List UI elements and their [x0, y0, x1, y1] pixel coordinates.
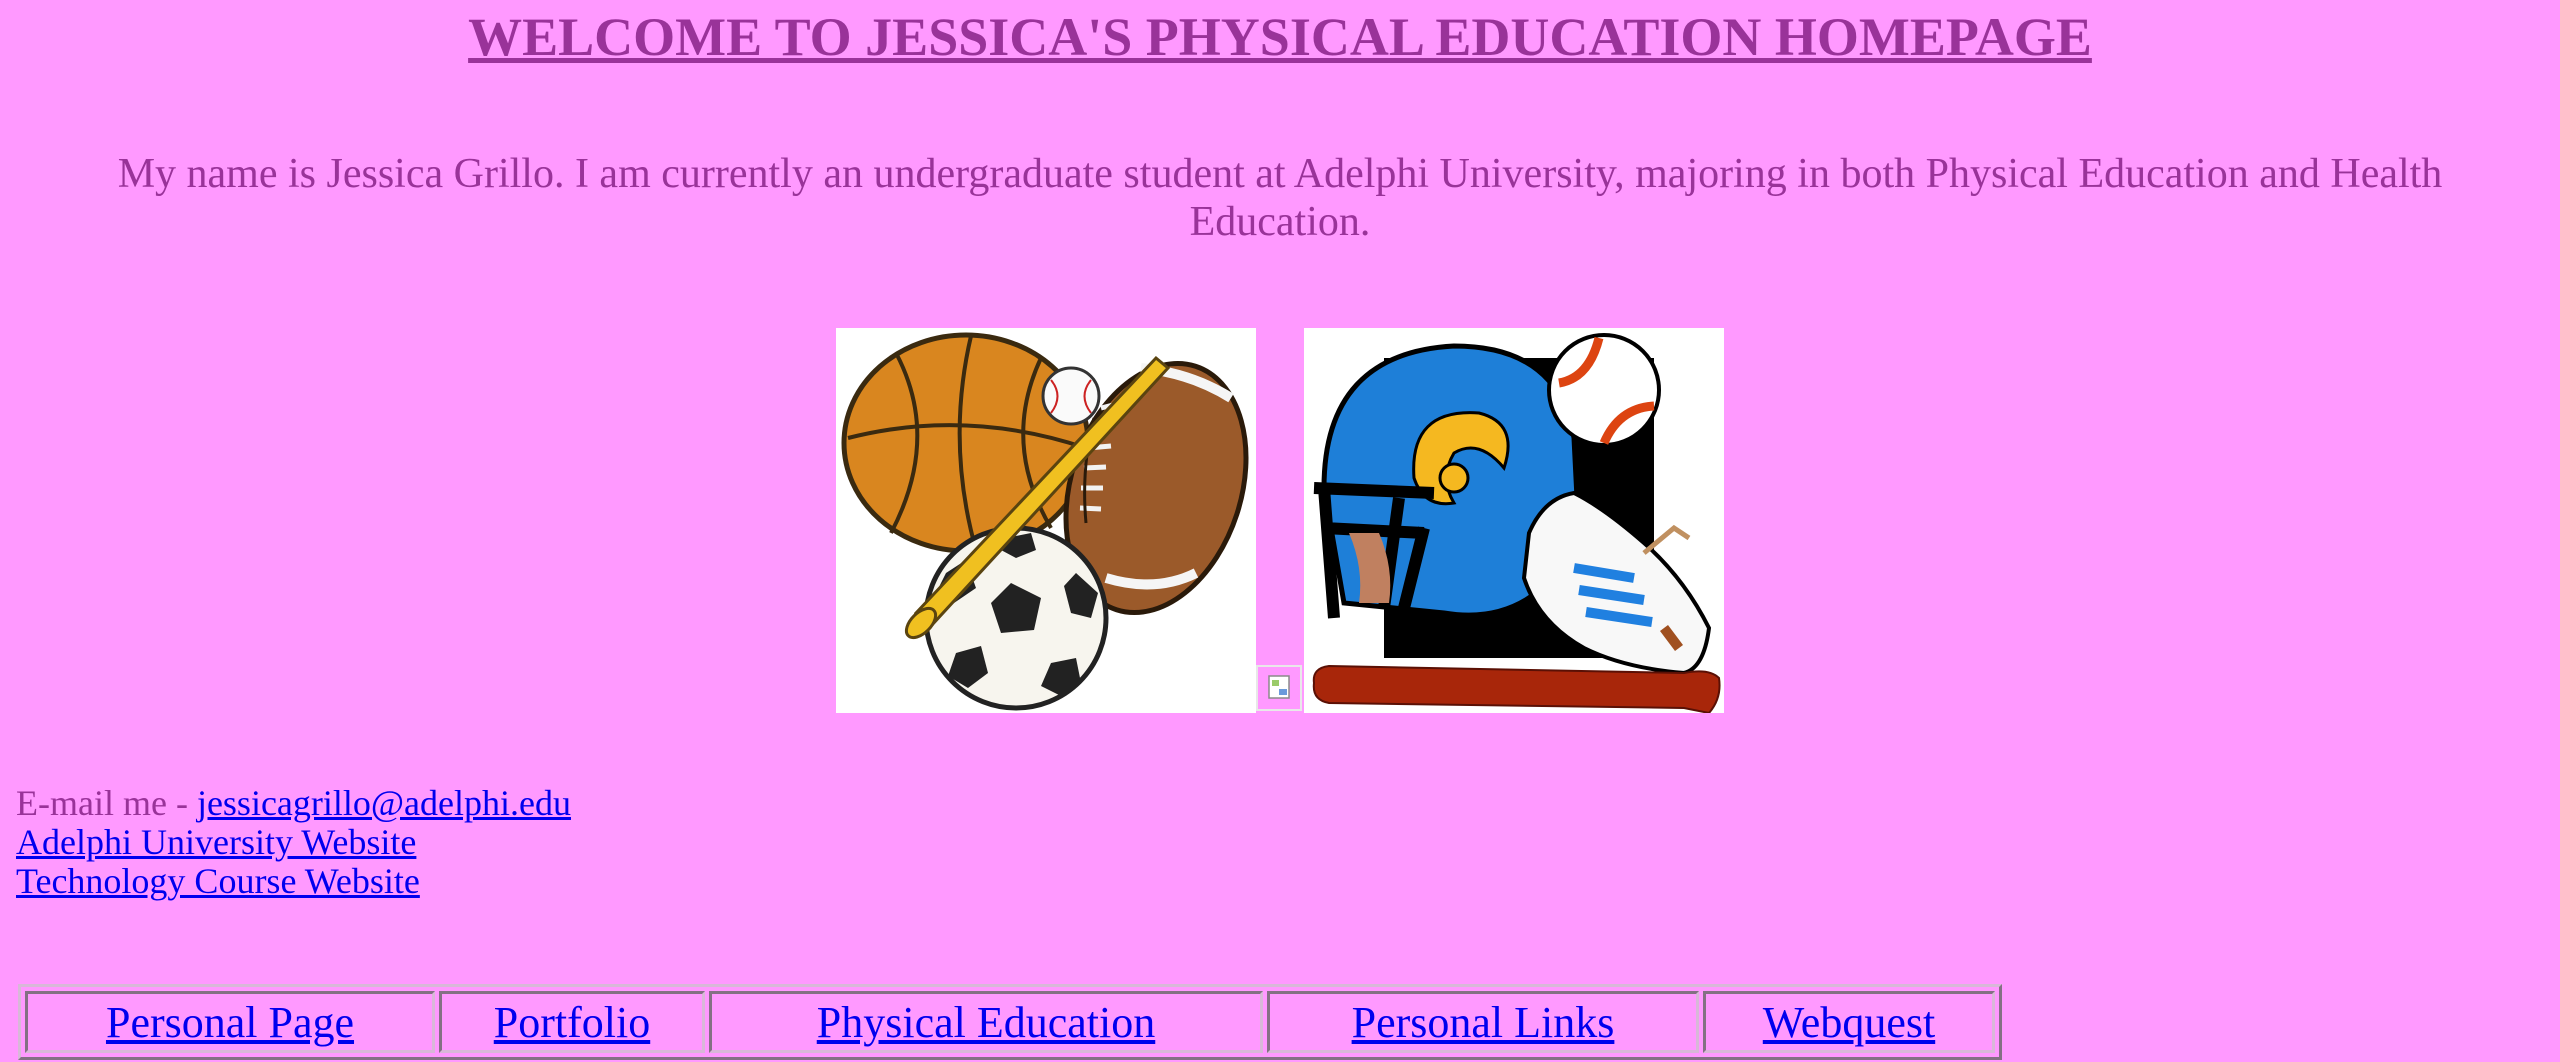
baseball-icon: [1041, 366, 1101, 426]
nav-link-personal-links[interactable]: Personal Links: [1352, 998, 1615, 1047]
nav-cell-physical-education: Physical Education: [709, 991, 1263, 1053]
page-title: WELCOME TO JESSICA'S PHYSICAL EDUCATION …: [468, 7, 2092, 67]
basketball-icon: [841, 332, 1091, 554]
nav-link-webquest[interactable]: Webquest: [1763, 998, 1935, 1047]
email-prefix: E-mail me -: [16, 783, 197, 823]
baseball-icon: [1547, 333, 1661, 447]
nav-cell-personal-links: Personal Links: [1267, 991, 1699, 1053]
navigation-table: Personal Page Portfolio Physical Educati…: [18, 984, 2002, 1060]
adelphi-university-link[interactable]: Adelphi University Website: [16, 822, 416, 862]
contact-section: E-mail me - jessicagrillo@adelphi.edu Ad…: [16, 784, 571, 901]
sports-balls-icon: [841, 332, 1249, 711]
adelphi-line: Adelphi University Website: [16, 823, 571, 862]
sports-balls-image: [836, 328, 1256, 713]
nav-cell-portfolio: Portfolio: [439, 991, 705, 1053]
email-link[interactable]: jessicagrillo@adelphi.edu: [197, 783, 571, 823]
sports-gear-image: [1304, 328, 1724, 713]
soccer-ball-icon: [923, 525, 1109, 711]
broken-image-icon: [1256, 665, 1302, 711]
nav-link-portfolio[interactable]: Portfolio: [494, 998, 650, 1047]
intro-text: My name is Jessica Grillo. I am currentl…: [117, 151, 2443, 245]
technology-course-link[interactable]: Technology Course Website: [16, 861, 420, 901]
nav-link-personal-page[interactable]: Personal Page: [106, 998, 354, 1047]
email-line: E-mail me - jessicagrillo@adelphi.edu: [16, 784, 571, 823]
helmet-sneaker-icon: [1312, 333, 1721, 713]
baseball-bat-icon: [1312, 664, 1721, 713]
tech-course-line: Technology Course Website: [16, 862, 571, 901]
navigation-row: Personal Page Portfolio Physical Educati…: [25, 991, 1995, 1053]
nav-link-physical-education[interactable]: Physical Education: [817, 998, 1156, 1047]
nav-cell-personal-page: Personal Page: [25, 991, 435, 1053]
broken-image-glyph-icon: [1268, 675, 1290, 699]
nav-cell-webquest: Webquest: [1703, 991, 1995, 1053]
